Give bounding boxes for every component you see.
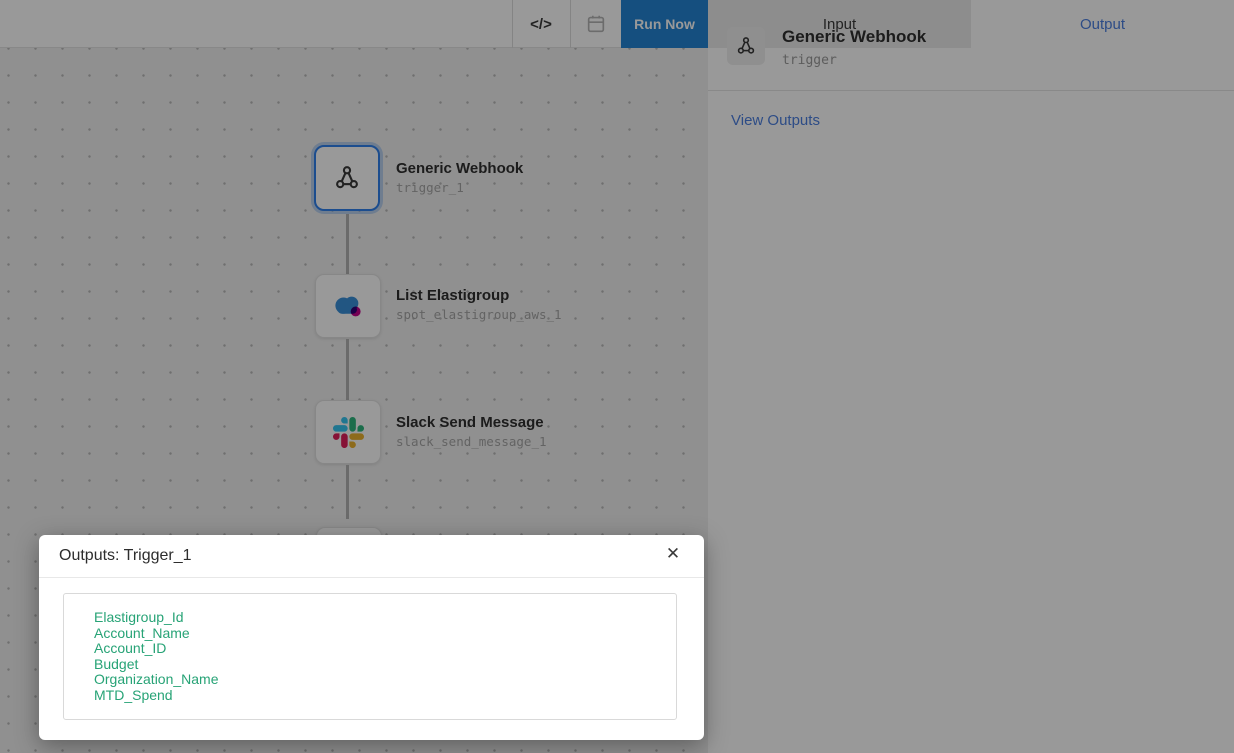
output-item[interactable]: Budget <box>94 657 666 673</box>
output-item[interactable]: Elastigroup_Id <box>94 610 666 626</box>
modal-close-button[interactable]: ✕ <box>660 541 686 567</box>
workflow-editor: </> Run Now <box>0 0 1234 753</box>
close-icon: ✕ <box>666 544 680 564</box>
output-item[interactable]: Account_Name <box>94 626 666 642</box>
outputs-modal: Outputs: Trigger_1 ✕ Elastigroup_Id Acco… <box>39 535 704 740</box>
modal-header: Outputs: Trigger_1 ✕ <box>39 535 704 578</box>
modal-body: Elastigroup_Id Account_Name Account_ID B… <box>39 578 704 720</box>
modal-title: Outputs: Trigger_1 <box>59 547 192 565</box>
output-item[interactable]: MTD_Spend <box>94 688 666 704</box>
output-item[interactable]: Account_ID <box>94 641 666 657</box>
output-item[interactable]: Organization_Name <box>94 672 666 688</box>
outputs-list: Elastigroup_Id Account_Name Account_ID B… <box>63 593 677 720</box>
